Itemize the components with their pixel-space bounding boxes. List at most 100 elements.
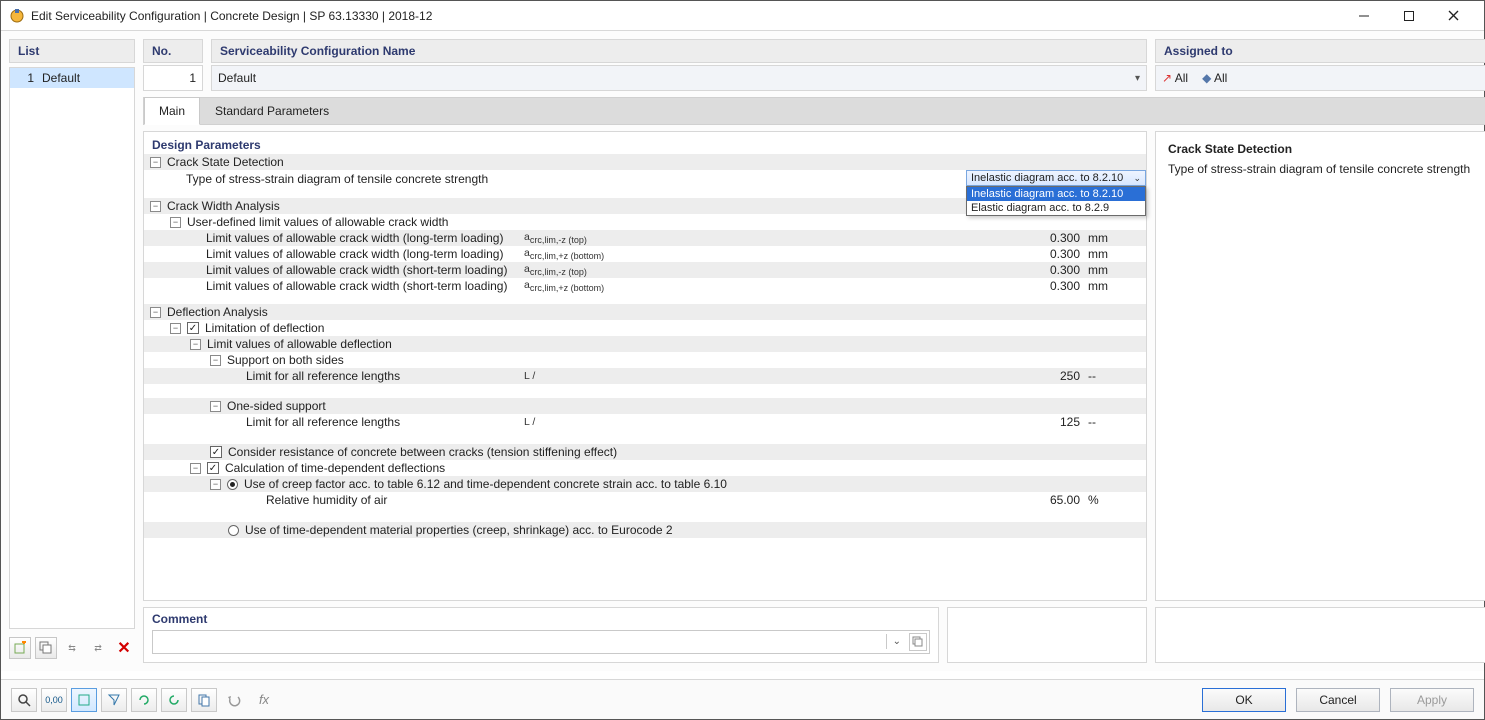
limit-symbol: acrc,lim,+z (bottom) [524,279,834,293]
limit-one-unit: -- [1084,415,1146,429]
limit-one-label: Limit for all reference lengths [246,415,400,429]
collapse-icon[interactable]: − [210,401,221,412]
chevron-down-icon[interactable]: ⌄ [886,634,907,649]
collapse-icon[interactable]: − [150,157,161,168]
limit-one-symbol: L / [524,416,834,428]
minimize-button[interactable] [1341,2,1386,30]
crack-width-title: Crack Width Analysis [167,199,280,213]
limit-value[interactable]: 0.300 [1014,263,1084,277]
collapse-icon[interactable]: − [170,323,181,334]
delete-item-button[interactable]: ✕ [113,637,135,659]
parameter-tree: −Crack State Detection Type of stress-st… [144,154,1146,538]
dropdown-list[interactable]: Inelastic diagram acc. to 8.2.10 Elastic… [966,186,1146,216]
collapse-icon[interactable]: − [210,355,221,366]
tension-stiff-checkbox[interactable]: ✓ [210,446,222,458]
copy-item-button[interactable] [35,637,57,659]
list-header: List [9,39,135,63]
tool-refresh-b[interactable] [161,688,187,712]
limit-value[interactable]: 0.300 [1014,247,1084,261]
support-both-label: Support on both sides [227,353,344,367]
limit-unit: mm [1084,279,1146,293]
tab-standard-parameters[interactable]: Standard Parameters [200,97,344,125]
maximize-button[interactable] [1386,2,1431,30]
aux-panel-1 [947,607,1147,663]
creep-radio[interactable] [227,479,238,490]
cancel-button[interactable]: Cancel [1296,688,1380,712]
stress-strain-type-label: Type of stress-strain diagram of tensile… [186,172,488,186]
tool-view[interactable] [71,688,97,712]
limit-both-symbol: L / [524,370,834,382]
rh-unit: % [1084,493,1146,507]
limit-one-value[interactable]: 125 [1014,415,1084,429]
tool-filter[interactable] [101,688,127,712]
bottom-bar: 0,00 fx OK Cancel Apply [1,679,1484,719]
limit-value[interactable]: 0.300 [1014,279,1084,293]
limit-label: Limit values of allowable crack width (l… [206,247,503,261]
comment-input[interactable]: ⌄ [152,630,930,654]
crack-state-title: Crack State Detection [167,155,284,169]
tension-stiff-label: Consider resistance of concrete between … [228,445,617,459]
aux-panel-2 [1155,607,1485,663]
list-toolbar: ⇆ ⇄ ✕ [9,633,135,663]
tool-refresh-a[interactable] [131,688,157,712]
info-title: Crack State Detection [1168,142,1485,156]
limit-label: Limit values of allowable crack width (s… [206,263,507,277]
chevron-down-icon: ⌄ [1133,173,1141,184]
ok-button[interactable]: OK [1202,688,1286,712]
assigned-all-surfaces: ◆ All [1202,71,1227,85]
close-button[interactable] [1431,2,1476,30]
stress-strain-dropdown[interactable]: Inelastic diagram acc. to 8.2.10⌄ Inelas… [966,170,1146,186]
list-item-label: Default [42,71,80,85]
collapse-icon[interactable]: − [150,201,161,212]
limitation-label: Limitation of deflection [205,321,324,335]
deflection-title: Deflection Analysis [167,305,268,319]
rh-value[interactable]: 65.00 [1014,493,1084,507]
tool-search[interactable] [11,688,37,712]
calc-td-label: Calculation of time-dependent deflection… [225,461,445,475]
limit-label: Limit values of allowable crack width (s… [206,279,507,293]
limit-value[interactable]: 0.300 [1014,231,1084,245]
limit-unit: mm [1084,247,1146,261]
name-label: Serviceability Configuration Name [211,39,1147,63]
limit-values-label: Limit values of allowable deflection [207,337,392,351]
info-panel: Crack State Detection Type of stress-str… [1155,131,1485,601]
collapse-icon[interactable]: − [150,307,161,318]
tool-copy[interactable] [191,688,217,712]
limit-unit: mm [1084,231,1146,245]
link-a-button[interactable]: ⇆ [61,637,83,659]
assigned-field[interactable]: ↗ All ◆ All [1155,65,1485,91]
collapse-icon[interactable]: − [170,217,181,228]
tool-fx[interactable]: fx [251,688,277,712]
tool-undo[interactable] [221,688,247,712]
tab-main[interactable]: Main [144,97,200,125]
new-item-button[interactable] [9,637,31,659]
name-input[interactable]: Default ▾ [211,65,1147,91]
comment-copy-icon[interactable] [909,633,927,651]
ec2-radio[interactable] [228,525,239,536]
no-input[interactable]: 1 [143,65,203,91]
collapse-icon[interactable]: − [190,339,201,350]
ec2-label: Use of time-dependent material propertie… [245,523,673,537]
limit-symbol: acrc,lim,+z (bottom) [524,247,834,261]
dropdown-option[interactable]: Elastic diagram acc. to 8.2.9 [967,201,1145,215]
config-list[interactable]: 1 Default [9,67,135,629]
tool-units[interactable]: 0,00 [41,688,67,712]
collapse-icon[interactable]: − [210,479,221,490]
chevron-down-icon[interactable]: ▾ [1135,73,1140,84]
design-parameters-header: Design Parameters [144,132,1146,154]
limit-both-label: Limit for all reference lengths [246,369,400,383]
link-b-button[interactable]: ⇄ [87,637,109,659]
limit-label: Limit values of allowable crack width (l… [206,231,503,245]
creep-label: Use of creep factor acc. to table 6.12 a… [244,477,727,491]
apply-button[interactable]: Apply [1390,688,1474,712]
limit-both-value[interactable]: 250 [1014,369,1084,383]
list-item[interactable]: 1 Default [10,68,134,88]
assigned-all-members: ↗ All [1162,71,1188,85]
limit-unit: mm [1084,263,1146,277]
dropdown-option[interactable]: Inelastic diagram acc. to 8.2.10 [967,187,1145,201]
rh-label: Relative humidity of air [266,493,387,507]
window-title: Edit Serviceability Configuration | Conc… [31,9,1341,23]
collapse-icon[interactable]: − [190,463,201,474]
calc-td-checkbox[interactable]: ✓ [207,462,219,474]
limitation-checkbox[interactable]: ✓ [187,322,199,334]
